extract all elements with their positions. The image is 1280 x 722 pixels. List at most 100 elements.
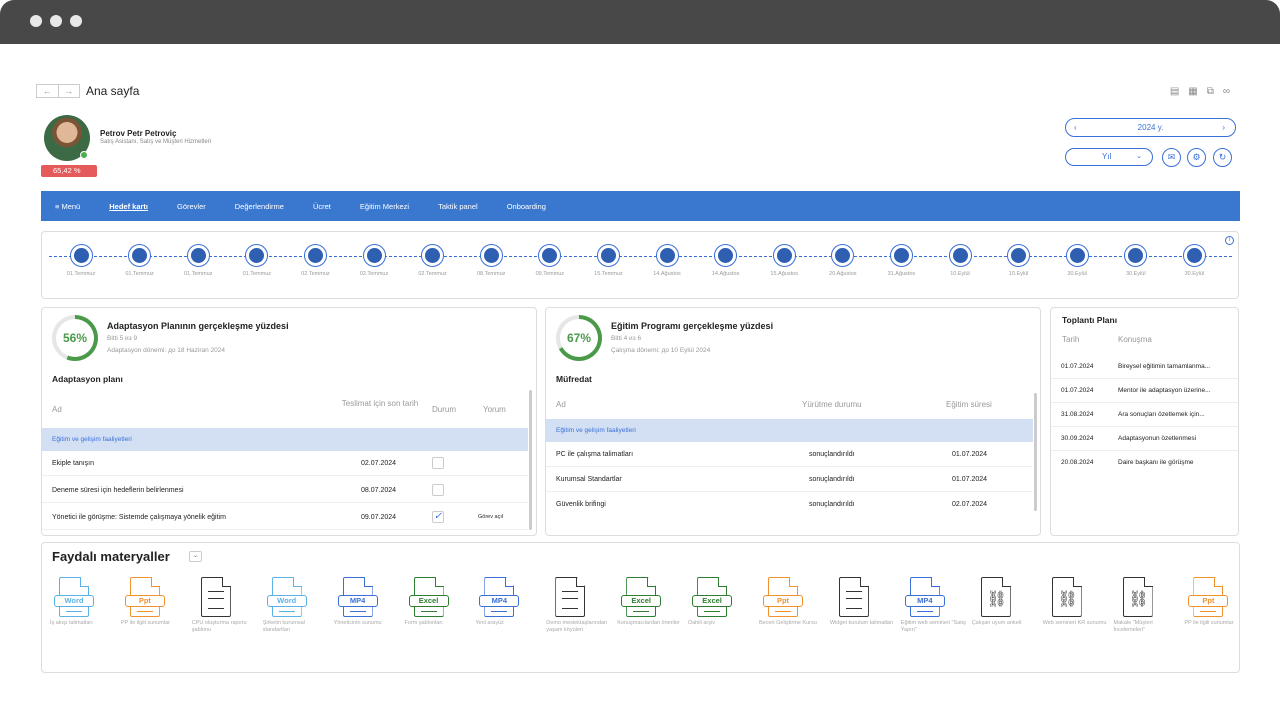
tab-gorevler[interactable]: Görevler [177,202,206,211]
material-item[interactable]: Excel Form şablonları [405,577,475,627]
timeline-event[interactable]: 01.Temmuz [111,244,169,277]
info-icon[interactable]: i [1225,236,1234,245]
event-timeline: i 01.Temmuz 01.Temmuz 01.Temmuz 01.Temmuz 02… [41,231,1239,299]
material-item[interactable]: Ppt Beceri Geliştirme Kursu [759,577,829,627]
material-item[interactable]: MP4 Yöneticinin sunumu [334,577,404,627]
timeline-event[interactable]: 10.Eylül [990,244,1048,277]
adaptation-card: 56% Adaptasyon Planının gerçekleşme yüzd… [41,307,537,536]
print-icon[interactable]: ▦ [1188,86,1197,97]
timeline-event[interactable]: 01.Temmuz [52,244,110,277]
comment-link[interactable]: Görev açıl [478,505,503,530]
chart-icon [1065,244,1089,267]
material-item[interactable]: ⛓ Makale "Müşteri İncelemeleri" [1114,577,1184,634]
timeline-event[interactable]: 14.Ağustos [638,244,696,277]
window-maximize-dot[interactable] [70,15,82,27]
next-year-icon[interactable]: › [1222,119,1225,136]
material-item[interactable]: Ppt PP ile ilgili sunumlar [121,577,191,627]
chart-icon [479,244,503,267]
table-row[interactable]: Deneme süresi için hedeflerin belirlenme… [42,478,528,503]
meeting-row[interactable]: 20.08.2024 Daire başkanı ile görüşme [1051,451,1238,475]
meeting-row[interactable]: 30.09.2024 Adaptasyonun özetlenmesi [1051,427,1238,451]
timeline-event[interactable]: 30.Eylül [1048,244,1106,277]
material-label: Widget kurulum talimatları [829,620,894,626]
material-label: Yöneticinin sunumu [333,620,382,626]
window-close-dot[interactable] [30,15,42,27]
table-row[interactable]: Yönetici ile görüşme: Sistemde çalışmaya… [42,505,528,530]
timeline-event[interactable]: 30.Eylül [1165,244,1223,277]
material-item[interactable]: Ppt PP ile ilgili sunumlar [1184,577,1254,627]
prev-year-icon[interactable]: ‹ [1074,119,1077,136]
meeting-row[interactable]: 31.08.2024 Ara sonuçları özetlemek için.… [1051,403,1238,427]
timeline-event[interactable]: 31.Ağustos [872,244,930,277]
window-minimize-dot[interactable] [50,15,62,27]
timeline-date: 30.Eylül [1184,271,1205,277]
timeline-event[interactable]: 30.Eylül [1107,244,1165,277]
meeting-row[interactable]: 01.07.2024 Bireysel eğitimin tamamlanma.… [1051,355,1238,379]
material-item[interactable]: Excel Konuşmacılardan öneriler [617,577,687,627]
forward-arrow-icon[interactable]: → [57,85,80,97]
group-row[interactable]: Eğitim ve gelişim faaliyetleri [546,419,1033,442]
tab-ucret[interactable]: Ücret [313,202,331,211]
period-dropdown[interactable]: Yıl ⌄ [1065,148,1153,166]
timeline-event[interactable]: 15.Ağustos [755,244,813,277]
timeline-event[interactable]: 15.Temmuz [579,244,637,277]
settings-icon[interactable]: ⚙ [1187,148,1206,167]
chat-icon[interactable]: ✉ [1162,148,1181,167]
table-row[interactable]: Güvenlik brifingi sonuçlandırıldı 02.07.… [546,492,1033,517]
link-icon[interactable]: ∞ [1223,86,1230,97]
tab-onboarding[interactable]: Onboarding [507,202,546,211]
tab-degerlendirme[interactable]: Değerlendirme [235,202,284,211]
graduation-cap-icon [655,244,679,267]
tab-hedef-karti[interactable]: Hedef kartı [109,202,148,211]
status-checkbox-checked[interactable]: ✓ [432,511,444,524]
timeline-event[interactable]: 08.Temmuz [462,244,520,277]
timeline-event[interactable]: 02.Temmuz [404,244,462,277]
refresh-icon[interactable]: ↻ [1213,148,1232,167]
timeline-event[interactable]: 01.Temmuz [169,244,227,277]
timeline-event[interactable]: 20.Ağustos [814,244,872,277]
back-arrow-icon[interactable]: ← [37,85,58,97]
material-item[interactable]: Word İş akışı talimatları [50,577,120,627]
material-item[interactable]: CPU oluşturma raporu şablonu [192,577,262,634]
table-row[interactable]: PC ile çalışma talimatları sonuçlandırıl… [546,442,1033,467]
chat-bubble-icon [831,244,855,267]
table-row[interactable]: Kurumsal Standartlar sonuçlandırıldı 01.… [546,467,1033,492]
status-checkbox[interactable] [432,484,444,497]
save-icon[interactable]: ▤ [1170,86,1179,97]
menu-button[interactable]: ≡ Menü [55,202,80,211]
timeline-event[interactable]: 10.Eylül [931,244,989,277]
timeline-event[interactable]: 01.Temmuz [228,244,286,277]
timeline-event[interactable]: 09.Temmuz [521,244,579,277]
timeline-event[interactable]: 02.Temmuz [345,244,403,277]
chart-icon [596,244,620,267]
scrollbar[interactable] [529,390,532,530]
chevron-down-icon[interactable]: ⌄ [189,551,202,562]
table-row[interactable]: Ekiple tanışın 02.07.2024 [42,451,528,476]
scrollbar[interactable] [1034,393,1037,511]
meeting-topic: Daire başkanı ile görüşme [1118,459,1194,466]
tab-taktik-panel[interactable]: Taktik panel [438,202,478,211]
material-item[interactable]: ⛓ Web semineri KR sunumu [1043,577,1113,627]
group-row[interactable]: Eğitim ve gelişim faaliyetleri [42,428,528,451]
task-name: Deneme süresi için hedeflerin belirlenme… [52,487,184,494]
material-item[interactable]: ⛓ Çalışan uyum anketi [972,577,1042,627]
material-item[interactable]: MP4 Yeni arayüz [475,577,545,627]
page-title: Ana sayfa [86,84,140,98]
export-icon[interactable]: ⧉ [1207,86,1214,97]
material-item[interactable]: Excel Dahili arşiv [688,577,758,627]
graduation-cap-icon [69,244,93,267]
timeline-date: 01.Temmuz [66,271,96,277]
tab-egitim-merkezi[interactable]: Eğitim Merkezi [360,202,409,211]
excel-file-icon: Excel [692,577,733,617]
status-checkbox[interactable] [432,457,444,470]
meeting-row[interactable]: 01.07.2024 Mentor ile adaptasyon üzerine… [1051,379,1238,403]
timeline-event[interactable]: 14.Ağustos [697,244,755,277]
timeline-event[interactable]: 02.Temmuz [286,244,344,277]
adaptation-period: Adaptasyon dönemi: до 18 Haziran 2024 [107,347,225,354]
col-header-duration: Eğitim süresi [946,400,992,409]
material-item[interactable]: MP4 Eğitim web semineri "Satış Yapın" [901,577,971,634]
material-item[interactable]: Word Şirketin kurumsal standartları [263,577,333,634]
material-item[interactable]: Widget kurulum talimatları [830,577,900,627]
material-item[interactable]: Demo meslektaşlarından yaşam köyüleri [546,577,616,634]
timeline-date: 14.Ağustos [653,271,681,277]
